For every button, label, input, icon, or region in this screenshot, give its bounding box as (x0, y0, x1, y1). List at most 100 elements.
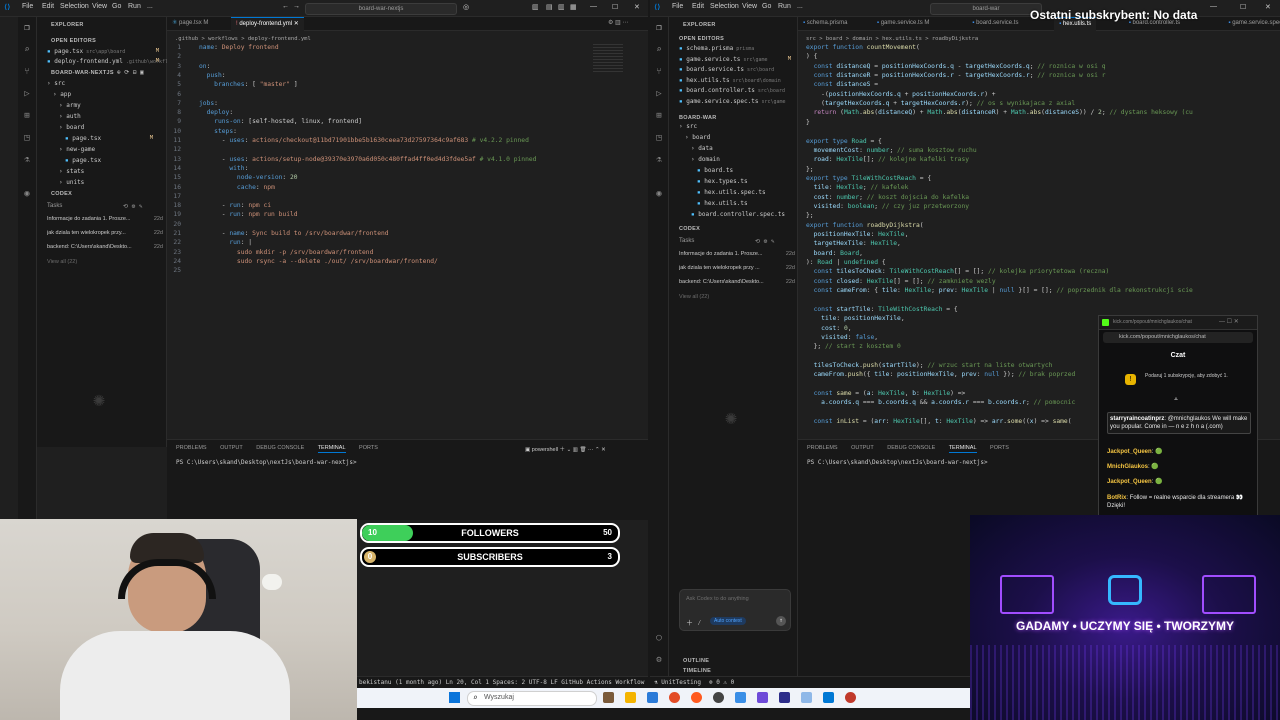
layout-panel-icon[interactable]: ▤ (546, 3, 553, 11)
search-icon[interactable]: ⌕ (22, 45, 32, 55)
minimize-icon[interactable]: — (590, 3, 597, 10)
layout-custom-icon[interactable]: ▦ (570, 3, 577, 11)
chat-message[interactable]: Jackpot_Queen: 🟢 (1107, 478, 1251, 486)
code-line[interactable]: (targetHexCoords.q + targetHexCoords.r);… (806, 100, 1075, 107)
open-editor-item[interactable]: ▪ board.service.ts src\board (679, 66, 797, 73)
code-line[interactable]: export function countMovement( (806, 44, 920, 51)
code-line[interactable]: const startTile: TileWithCostReach = { (806, 306, 958, 313)
tree-item[interactable]: ▪ board.controller.spec.ts (691, 211, 791, 218)
code-line[interactable]: const distanceS = (806, 81, 878, 88)
tree-item[interactable]: › data (691, 145, 791, 152)
manage-gear-icon[interactable]: ⚙ (654, 655, 664, 665)
editor-tab[interactable]: ▪ game.service.ts M (872, 17, 934, 30)
tree-item[interactable]: › src (679, 123, 791, 130)
tasks-view-all[interactable]: View all (22) (679, 294, 709, 300)
chat-message[interactable]: BotRix: Follow = realne wsparcie dla str… (1107, 494, 1251, 510)
code-line[interactable]: on: (199, 63, 210, 70)
code-line[interactable]: const distanceQ = positionHexCoords.q - … (806, 63, 1106, 70)
code-line[interactable]: tilesToCheck.push(startTile); // wrzuc s… (806, 362, 1053, 369)
auto-context-chip[interactable]: Auto context (710, 617, 746, 625)
search-icon[interactable]: ⌕ (654, 45, 664, 55)
command-search[interactable]: board-war (930, 3, 1042, 15)
code-line[interactable]: name: Deploy frontend (199, 44, 279, 51)
terminal-prompt[interactable]: PS C:\Users\skand\Desktop\nextJs\board-w… (807, 459, 988, 466)
task-item[interactable]: Informacje do zadania 1. Prosze... 22d (679, 251, 795, 257)
layout-sidebar-icon[interactable]: ▥ (532, 3, 539, 11)
panel-tab-debug[interactable]: DEBUG CONSOLE (887, 445, 935, 451)
code-line[interactable]: board: Board, (806, 250, 863, 257)
taskbar-app-icon[interactable] (647, 692, 658, 703)
chat-url-bar[interactable]: kick.com/popout/mnichglaukos/chat (1103, 332, 1253, 343)
code-line[interactable]: cache: npm (199, 184, 275, 191)
panel-tab-terminal[interactable]: TERMINAL (317, 445, 346, 453)
code-line[interactable]: const same = (a: HexTile, b: HexTile) => (806, 390, 966, 397)
tab-deploy-frontend-yml[interactable]: ! deploy-frontend.yml ✕ (231, 17, 304, 31)
menu-go[interactable]: Go (762, 3, 771, 10)
new-file-icon[interactable]: ⊕ ⟳ ⊟ ▣ (117, 69, 144, 76)
account-icon[interactable]: ◯ (654, 633, 664, 643)
panel-tab-output[interactable]: OUTPUT (220, 445, 243, 451)
menu-edit[interactable]: Edit (692, 3, 704, 10)
testing-icon[interactable]: ⚗ (654, 155, 664, 165)
code-line[interactable]: - uses: actions/checkout@11bd71901bbe5b1… (199, 137, 529, 144)
taskbar-search[interactable]: ⌕ Wyszukaj (467, 691, 597, 706)
project-title[interactable]: BOARD-WAR-NEXTJS (51, 70, 114, 76)
code-line[interactable]: tile: positionHexTile, (806, 315, 904, 322)
codex-title[interactable]: CODEX (679, 226, 700, 232)
tree-item[interactable]: ▪ board.ts (697, 167, 791, 174)
code-line[interactable]: export type Road = { (806, 138, 882, 145)
editor-tab[interactable]: ▪ schema.prisma (798, 17, 852, 30)
timeline-title[interactable]: TIMELINE (683, 668, 711, 674)
code-line[interactable]: with: (199, 165, 248, 172)
code-line[interactable]: export type TileWithCostReach = { (806, 175, 931, 182)
menu-selection[interactable]: Selection (60, 3, 89, 10)
code-line[interactable]: }; (806, 212, 814, 219)
tree-item[interactable]: ▪ page.tsx (65, 157, 159, 164)
tree-item[interactable]: ▪ hex.utils.ts (697, 200, 791, 207)
close-icon[interactable]: ✕ (634, 3, 640, 11)
extensions-icon[interactable]: ⊞ (654, 111, 664, 121)
chat-message[interactable]: MnichGlaukos: 🟢 (1107, 463, 1251, 471)
explorer-icon[interactable]: ❐ (654, 23, 664, 33)
task-item[interactable]: Informacje do zadania 1. Prosze... 22d (47, 216, 163, 222)
taskbar-app-icon[interactable] (713, 692, 724, 703)
codex-icon[interactable]: ◉ (22, 189, 32, 199)
tab-page-tsx[interactable]: ⚛ page.tsx M (167, 17, 213, 30)
maximize-icon[interactable]: ☐ (612, 3, 618, 11)
tree-item[interactable]: › units (59, 179, 159, 186)
tree-item[interactable]: › army (59, 102, 159, 109)
code-line[interactable]: runs-on: [self-hosted, linux, frontend] (199, 118, 362, 125)
panel-tab-ports[interactable]: PORTS (990, 445, 1009, 451)
remote-icon[interactable]: ◳ (22, 133, 32, 143)
tree-item[interactable]: ▪ hex.types.ts (697, 178, 791, 185)
codex-input[interactable]: Ask Codex to do anything (686, 596, 749, 602)
split-editor-icon[interactable]: ⚙ ▥ ⋯ (603, 17, 633, 30)
explorer-icon[interactable]: ❐ (22, 23, 32, 33)
run-debug-icon[interactable]: ▷ (22, 89, 32, 99)
code-line[interactable]: deploy: (199, 109, 234, 116)
code-line[interactable]: sudo rsync -a --delete ./out/ /srv/board… (199, 258, 438, 265)
code-line[interactable]: jobs: (199, 100, 218, 107)
panel-tabs[interactable]: PROBLEMS OUTPUT DEBUG CONSOLE TERMINAL P… (807, 445, 1021, 453)
open-editor-item[interactable]: ▪ hex.utils.ts src\board\domain (679, 77, 797, 84)
menu-run[interactable]: Run (778, 3, 791, 10)
chat-message[interactable]: Jackpot_Queen: 🟢 (1107, 448, 1251, 456)
tree-item[interactable]: › app (53, 91, 159, 98)
tree-item[interactable]: › domain (691, 156, 791, 163)
tree-item[interactable]: ▪ page.tsx M (65, 135, 159, 142)
minimap[interactable] (593, 44, 623, 74)
tree-item[interactable]: › board (685, 134, 791, 141)
code-line[interactable]: positionHexTile: HexTile, (806, 231, 909, 238)
tree-item[interactable]: › new-game (59, 146, 159, 153)
code-line[interactable]: cost: number; // koszt dojscia do kafelk… (806, 194, 969, 201)
code-line[interactable]: - run: npm ci (199, 202, 271, 209)
breadcrumb[interactable]: .github > workflows > deploy-frontend.ym… (175, 36, 311, 42)
code-line[interactable]: const distanceR = positionHexCoords.r - … (806, 72, 1106, 79)
send-icon[interactable]: ↑ (776, 616, 786, 626)
nav-back-icon[interactable]: ← (282, 3, 289, 10)
tree-item[interactable]: › auth (59, 113, 159, 120)
menu-view[interactable]: View (742, 3, 757, 10)
code-line[interactable]: const cameFrom: { tile: HexTile; prev: H… (806, 287, 1193, 294)
code-line[interactable]: }; (806, 166, 814, 173)
code-line[interactable]: tile: HexTile; // kafelek (806, 184, 909, 191)
